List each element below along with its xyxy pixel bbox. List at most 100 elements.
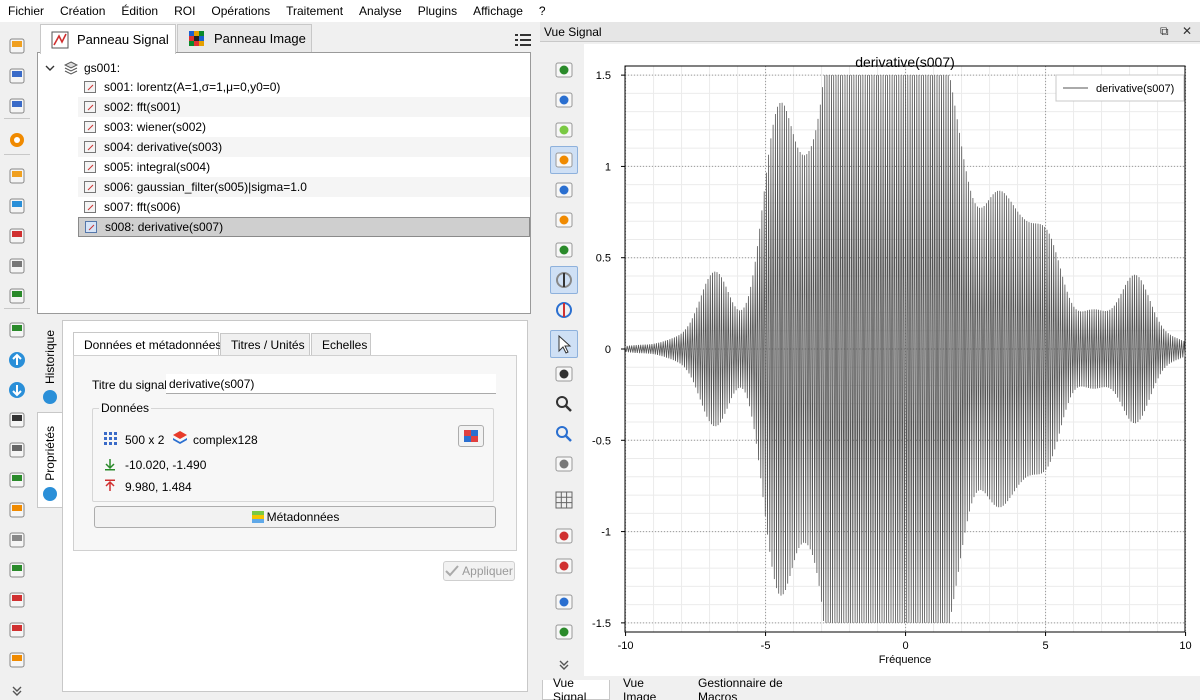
chip-icon[interactable] bbox=[5, 284, 29, 308]
settings-icon[interactable] bbox=[5, 128, 29, 152]
tab-panneau-signal[interactable]: Panneau Signal bbox=[40, 24, 176, 54]
menu-item-5[interactable]: Traitement bbox=[278, 0, 351, 22]
metadonnees-button[interactable]: Métadonnées bbox=[94, 506, 496, 528]
camera-icon[interactable] bbox=[550, 176, 578, 204]
close-icon[interactable]: ✕ bbox=[1182, 24, 1192, 38]
tab-gestionnaire-macros[interactable]: Gestionnaire de Macros bbox=[688, 676, 828, 700]
properties-panel: Données et métadonnées Titres / Unités E… bbox=[62, 320, 528, 692]
tab-vue-image[interactable]: Vue Image bbox=[613, 676, 685, 700]
roi-icon[interactable] bbox=[550, 86, 578, 114]
x-axis-label: Fréquence bbox=[879, 654, 932, 666]
delete-icon[interactable] bbox=[5, 438, 29, 462]
tree-row[interactable]: s002: fft(s001) bbox=[78, 97, 530, 117]
menu-item-9[interactable]: ? bbox=[531, 0, 554, 22]
plot-area[interactable]: derivative(s007) -10 -5 0 5 10 1.5 1 0.5 0 -0.5 -1 -… bbox=[584, 44, 1200, 676]
select-zone-icon[interactable] bbox=[550, 360, 578, 388]
tree-row-label: s005: integral(s004) bbox=[104, 160, 211, 174]
save-signal-icon[interactable] bbox=[5, 224, 29, 248]
pointer-icon[interactable] bbox=[550, 330, 578, 358]
save-icon[interactable] bbox=[550, 588, 578, 616]
view-title-bar: Vue Signal ⧉ ✕ bbox=[540, 22, 1200, 42]
signal-plot[interactable]: derivative(s007) -10 -5 0 5 10 1.5 1 0.5 0 -0.5 -1 -… bbox=[584, 44, 1200, 676]
save-h5-icon[interactable] bbox=[5, 64, 29, 88]
import-row-icon[interactable] bbox=[5, 618, 29, 642]
tab-vue-image-label: Vue Image bbox=[623, 676, 657, 700]
gear-icon[interactable] bbox=[550, 450, 578, 478]
annotation-icon[interactable] bbox=[550, 116, 578, 144]
vertical-cursor-icon[interactable] bbox=[550, 522, 578, 550]
tab-donnees-metadonnees[interactable]: Données et métadonnées bbox=[73, 332, 221, 356]
tree-row[interactable]: s003: wiener(s002) bbox=[78, 117, 530, 137]
tab-vue-signal[interactable]: Vue Signal bbox=[542, 676, 610, 700]
tree-row-label: s006: gaussian_filter(s005)|sigma=1.0 bbox=[104, 180, 307, 194]
duplicate-icon[interactable] bbox=[5, 254, 29, 278]
metadonnees-label: Métadonnées bbox=[266, 510, 340, 524]
paste-icon[interactable] bbox=[550, 618, 578, 646]
tree-row-label: s004: derivative(s003) bbox=[104, 140, 223, 154]
side-tab-historique[interactable]: Historique bbox=[37, 320, 63, 410]
paste-icon[interactable] bbox=[5, 528, 29, 552]
tree-row[interactable]: s005: integral(s004) bbox=[78, 157, 530, 177]
menu-item-1[interactable]: Création bbox=[52, 0, 113, 22]
x-tick-label: -5 bbox=[761, 640, 771, 652]
no-entry-icon[interactable] bbox=[550, 296, 578, 324]
move-up-icon[interactable] bbox=[5, 348, 29, 372]
tree-row[interactable]: s004: derivative(s003) bbox=[78, 137, 530, 157]
group-gs001[interactable]: gs001: bbox=[44, 59, 120, 77]
auto-scale-icon[interactable] bbox=[550, 146, 578, 174]
browse-h5-icon[interactable] bbox=[5, 94, 29, 118]
tab-macros-label: Gestionnaire de Macros bbox=[698, 676, 783, 700]
chevron-down-icon[interactable] bbox=[44, 62, 56, 74]
import-icon[interactable] bbox=[5, 318, 29, 342]
side-tab-historique-label: Historique bbox=[43, 329, 57, 384]
menu-item-8[interactable]: Affichage bbox=[465, 0, 531, 22]
donnees-group: Données 500 x 2 complex128 -10.020, -1.4… bbox=[92, 401, 494, 502]
view-array-button[interactable] bbox=[458, 425, 484, 447]
tab-titres-unites[interactable]: Titres / Unités bbox=[220, 333, 310, 355]
truck-icon[interactable] bbox=[5, 468, 29, 492]
grid-icon[interactable] bbox=[550, 486, 578, 514]
paste-metadata-icon[interactable] bbox=[5, 498, 29, 522]
menu-item-7[interactable]: Plugins bbox=[410, 0, 465, 22]
apply-button[interactable]: Appliquer bbox=[443, 561, 515, 581]
signal-icon bbox=[84, 181, 96, 193]
export-signal-icon[interactable] bbox=[5, 194, 29, 218]
x-tick-label: 5 bbox=[1042, 640, 1048, 652]
tab-panneau-image[interactable]: Panneau Image bbox=[177, 24, 312, 52]
add-icon[interactable] bbox=[5, 558, 29, 582]
open-h5-icon[interactable] bbox=[5, 34, 29, 58]
side-tab-proprietes[interactable]: Propriétés bbox=[37, 412, 63, 508]
legend-label: derivative(s007) bbox=[1096, 83, 1174, 95]
tree-row[interactable]: s008: derivative(s007) bbox=[78, 217, 530, 237]
chart-title: derivative(s007) bbox=[855, 54, 955, 70]
remove-row-icon[interactable] bbox=[5, 648, 29, 672]
menu-item-3[interactable]: ROI bbox=[166, 0, 203, 22]
delete-row-icon[interactable] bbox=[5, 588, 29, 612]
menu-item-4[interactable]: Opérations bbox=[203, 0, 278, 22]
open-signal-icon[interactable] bbox=[5, 164, 29, 188]
horizontal-cursor-icon[interactable] bbox=[550, 552, 578, 580]
move-down-icon[interactable] bbox=[5, 378, 29, 402]
comment-icon[interactable] bbox=[550, 236, 578, 264]
copy-icon[interactable] bbox=[5, 408, 29, 432]
zoom-fit-icon[interactable] bbox=[550, 420, 578, 448]
zoom-icon[interactable] bbox=[550, 390, 578, 418]
tree-row[interactable]: s001: lorentz(A=1,σ=1,μ=0,y0=0) bbox=[78, 77, 530, 97]
refresh-icon[interactable] bbox=[550, 206, 578, 234]
titre-input[interactable]: derivative(s007) bbox=[166, 374, 496, 394]
export-plot-icon[interactable] bbox=[550, 56, 578, 84]
menu-item-6[interactable]: Analyse bbox=[351, 0, 410, 22]
more-icon[interactable] bbox=[5, 678, 29, 700]
tree-row-label: s001: lorentz(A=1,σ=1,μ=0,y0=0) bbox=[104, 80, 281, 94]
tree-row-label: s002: fft(s001) bbox=[104, 100, 181, 114]
menu-item-2[interactable]: Édition bbox=[113, 0, 166, 22]
tab-echelles[interactable]: Echelles bbox=[311, 333, 371, 355]
more-tools-icon[interactable] bbox=[550, 650, 578, 678]
tree-row[interactable]: s007: fft(s006) bbox=[78, 197, 530, 217]
menu-item-0[interactable]: Fichier bbox=[0, 0, 52, 22]
signal-icon bbox=[84, 101, 96, 113]
tree-row[interactable]: s006: gaussian_filter(s005)|sigma=1.0 bbox=[78, 177, 530, 197]
float-icon[interactable]: ⧉ bbox=[1160, 24, 1169, 39]
panel-menu-button[interactable] bbox=[512, 30, 534, 50]
crosshair-icon[interactable] bbox=[550, 266, 578, 294]
